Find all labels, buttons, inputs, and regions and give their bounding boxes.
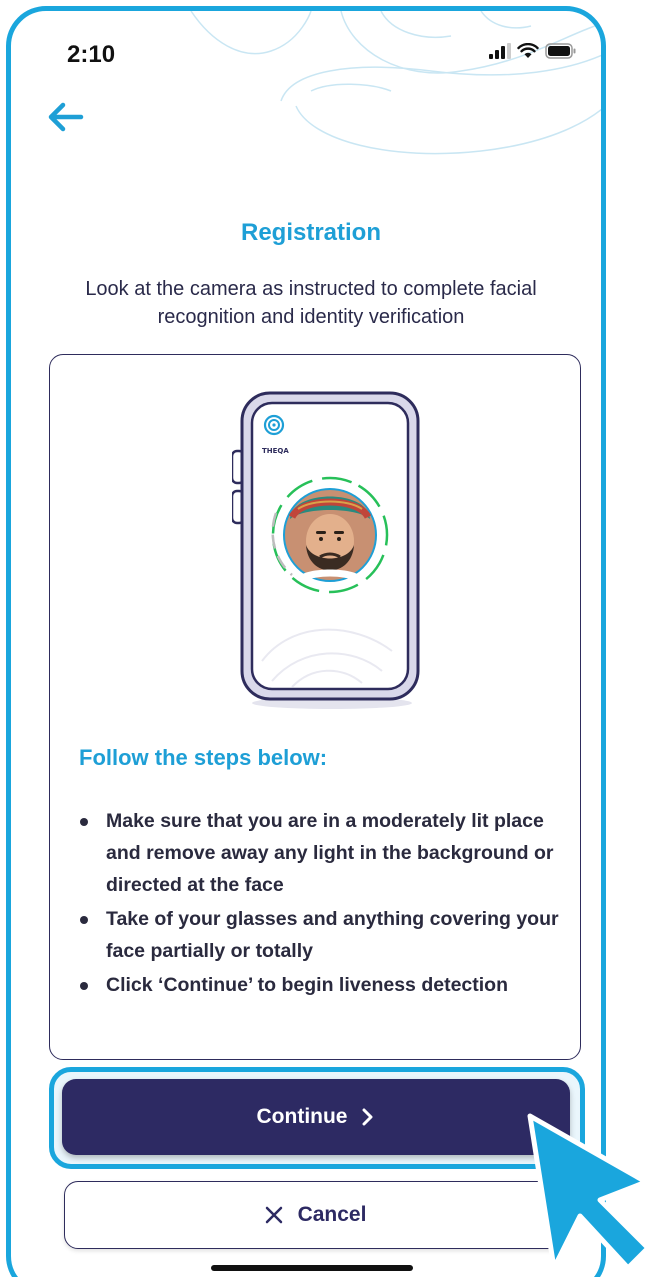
instructions-card: THEQA Follow the steps below: Make sure <box>49 354 581 1060</box>
chevron-right-icon <box>362 1108 373 1126</box>
steps-list: Make sure that you are in a moderately l… <box>74 805 564 1003</box>
status-time: 2:10 <box>67 41 116 68</box>
cancel-button[interactable]: Cancel <box>64 1181 566 1249</box>
step-item: Click ‘Continue’ to begin liveness detec… <box>74 969 564 1001</box>
logo-wordmark: THEQA <box>262 447 289 455</box>
page-title: Registration <box>240 219 381 246</box>
cancel-label: Cancel <box>297 1203 367 1226</box>
arrow-left-icon <box>48 102 84 132</box>
status-icons <box>489 43 577 59</box>
page-subtitle: Look at the camera as instructed to comp… <box>85 278 537 328</box>
status-bar: 2:10 <box>11 35 601 75</box>
back-button[interactable] <box>41 95 91 139</box>
cellular-signal-icon <box>489 43 511 59</box>
continue-label: Continue <box>256 1105 348 1128</box>
steps-heading: Follow the steps below: <box>79 745 328 770</box>
battery-icon <box>545 43 576 59</box>
step-item: Make sure that you are in a moderately l… <box>74 805 564 901</box>
home-indicator <box>211 1265 413 1271</box>
phone-screen: 2:10 Registration Look at the camera as … <box>6 6 606 1277</box>
wifi-icon <box>517 43 539 58</box>
phone-face-scan-illustration: THEQA <box>232 391 420 709</box>
close-icon <box>265 1206 282 1224</box>
step-item: Take of your glasses and anything coveri… <box>74 903 564 967</box>
continue-button[interactable]: Continue <box>62 1079 570 1155</box>
